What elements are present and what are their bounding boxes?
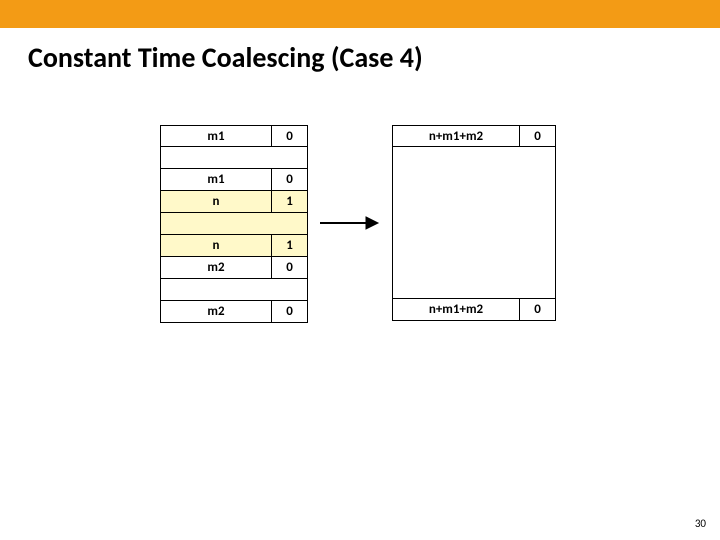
next-footer-flag: 0 [272, 301, 308, 323]
before-curr-footer: n 1 [160, 235, 308, 257]
before-prev-header: m1 0 [160, 125, 308, 147]
before-prev-footer: m1 0 [160, 169, 308, 191]
next-body [160, 279, 308, 301]
curr-header-flag: 1 [272, 191, 308, 213]
after-body [392, 147, 556, 299]
before-next-footer: m2 0 [160, 301, 308, 323]
next-header-flag: 0 [272, 257, 308, 279]
curr-footer-size: n [160, 235, 272, 257]
before-next-header: m2 0 [160, 257, 308, 279]
page-title: Constant Time Coalescing (Case 4) [28, 40, 423, 75]
after-footer: n+m1+m2 0 [392, 299, 556, 321]
after-footer-size: n+m1+m2 [392, 299, 520, 321]
next-header-size: m2 [160, 257, 272, 279]
prev-body [160, 147, 308, 169]
accent-bar [0, 0, 720, 28]
arrow-icon [318, 211, 380, 235]
prev-footer-flag: 0 [272, 169, 308, 191]
after-header: n+m1+m2 0 [392, 125, 556, 147]
curr-body [160, 213, 308, 235]
after-header-size: n+m1+m2 [392, 125, 520, 147]
after-block: n+m1+m2 0 n+m1+m2 0 [392, 125, 556, 321]
prev-header-flag: 0 [272, 125, 308, 147]
next-footer-size: m2 [160, 301, 272, 323]
before-curr-header: n 1 [160, 191, 308, 213]
page-number: 30 [695, 517, 706, 530]
before-block: m1 0 m1 0 n 1 n 1 m2 0 m2 0 [160, 125, 308, 323]
prev-footer-size: m1 [160, 169, 272, 191]
after-footer-flag: 0 [520, 299, 556, 321]
curr-header-size: n [160, 191, 272, 213]
diagram: m1 0 m1 0 n 1 n 1 m2 0 m2 0 [0, 125, 720, 405]
prev-header-size: m1 [160, 125, 272, 147]
curr-footer-flag: 1 [272, 235, 308, 257]
after-header-flag: 0 [520, 125, 556, 147]
